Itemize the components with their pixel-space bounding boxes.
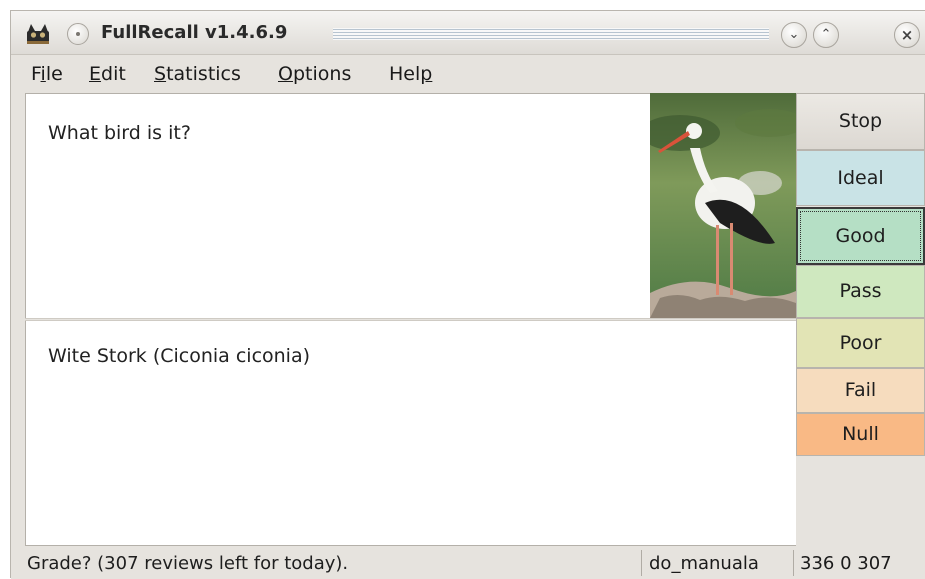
menu-file[interactable]: File: [31, 63, 63, 85]
app-window: FullRecall v1.4.6.9 ⌄ ⌃ × File Edit Stat…: [10, 10, 925, 579]
stork-image: [650, 93, 796, 318]
maximize-button[interactable]: ⌃: [813, 22, 839, 48]
menu-options[interactable]: Options: [278, 63, 351, 85]
menu-bar: File Edit Statistics Options Help: [11, 56, 925, 91]
grade-fail-button[interactable]: Fail: [796, 368, 925, 413]
grade-ideal-button[interactable]: Ideal: [796, 150, 925, 206]
question-text: What bird is it?: [48, 122, 191, 144]
stop-button[interactable]: Stop: [796, 93, 925, 150]
status-bar: Grade? (307 reviews left for today). do_…: [11, 546, 925, 579]
menu-help[interactable]: Help: [389, 63, 432, 85]
window-title: FullRecall v1.4.6.9: [101, 22, 288, 43]
grade-buttons: Stop Ideal Good Pass Poor Fail Null: [796, 93, 925, 546]
title-bar[interactable]: FullRecall v1.4.6.9 ⌄ ⌃ ×: [11, 11, 925, 55]
grade-pass-button[interactable]: Pass: [796, 265, 925, 318]
question-pane[interactable]: What bird is it?: [25, 93, 650, 318]
status-user: do_manuala: [649, 553, 759, 574]
answer-pane[interactable]: Wite Stork (Ciconia ciconia): [25, 321, 796, 546]
status-counts: 336 0 307: [800, 553, 892, 574]
pin-icon[interactable]: [67, 23, 89, 45]
menu-edit[interactable]: Edit: [89, 63, 126, 85]
title-bar-grip: [333, 28, 769, 40]
answer-text: Wite Stork (Ciconia ciconia): [48, 345, 311, 367]
grade-null-button[interactable]: Null: [796, 413, 925, 456]
grade-good-button[interactable]: Good: [796, 207, 925, 265]
close-button[interactable]: ×: [894, 22, 920, 48]
owl-app-icon: [27, 24, 49, 44]
status-separator: [641, 550, 642, 576]
minimize-button[interactable]: ⌄: [781, 22, 807, 48]
status-message: Grade? (307 reviews left for today).: [27, 553, 349, 574]
status-separator: [793, 550, 794, 576]
menu-statistics[interactable]: Statistics: [154, 63, 241, 85]
grade-poor-button[interactable]: Poor: [796, 318, 925, 368]
